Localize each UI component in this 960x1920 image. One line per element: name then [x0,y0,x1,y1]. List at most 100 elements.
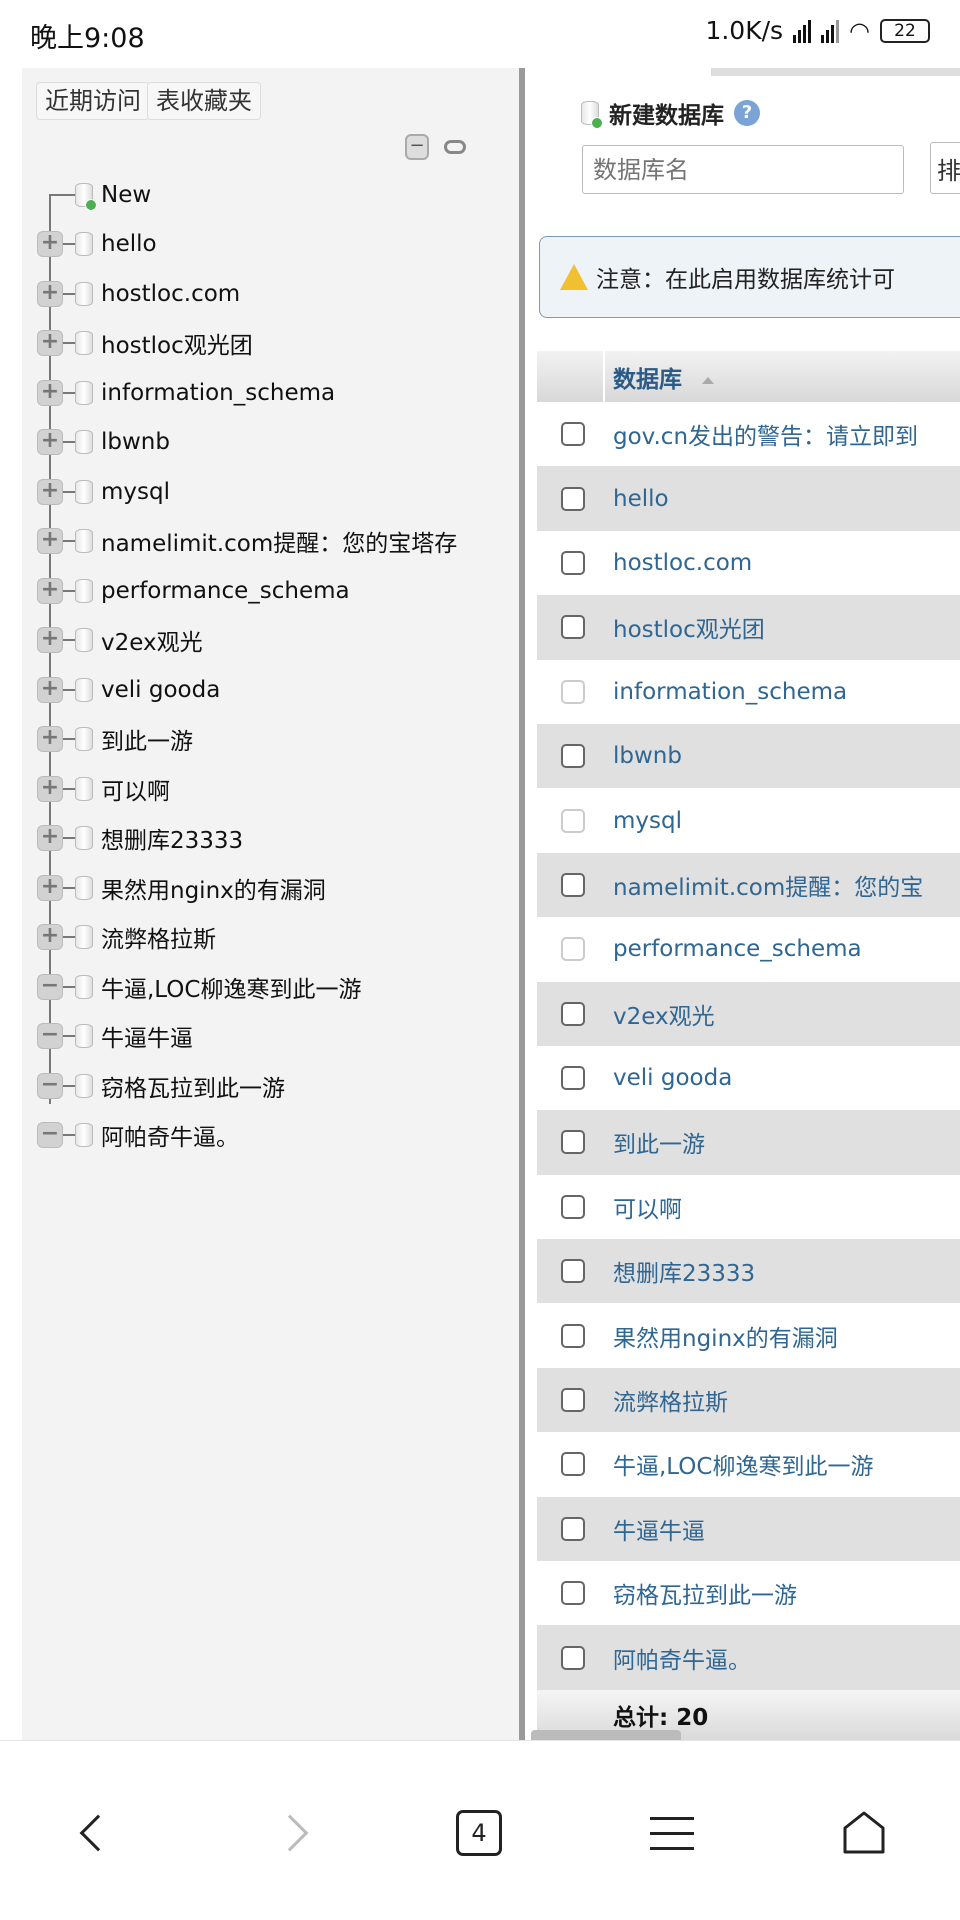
row-checkbox[interactable] [561,1259,585,1284]
tree-item[interactable]: + v2ex观光 [22,616,522,666]
row-checkbox[interactable] [561,872,585,897]
expand-icon[interactable]: + [37,577,63,604]
column-database[interactable]: 数据库 [605,360,714,394]
tree-item-label[interactable]: 可以啊 [101,772,170,806]
tree-item-label[interactable]: 到此一游 [101,722,193,756]
forward-button[interactable] [258,1801,322,1865]
home-button[interactable] [832,1801,896,1865]
tree-item[interactable]: + veli gooda [22,665,522,715]
tree-item-label[interactable]: 果然用nginx的有漏洞 [101,871,326,905]
tree-item-label[interactable]: veli gooda [101,677,220,703]
tree-item-new[interactable]: New [22,170,522,220]
tree-item-label[interactable]: hostloc.com [101,281,240,307]
tree-item[interactable]: + hostloc.com [22,269,522,319]
row-checkbox[interactable] [561,1130,585,1155]
database-name-input[interactable] [582,145,904,194]
tree-item-label[interactable]: New [101,182,151,208]
database-link[interactable]: 牛逼牛逼 [613,1512,705,1546]
expand-icon[interactable]: + [37,478,63,505]
collapse-icon[interactable]: − [37,1072,63,1099]
row-checkbox[interactable] [561,1516,585,1541]
tree-item-label[interactable]: performance_schema [101,578,350,604]
tree-item-label[interactable]: 窃格瓦拉到此一游 [101,1069,285,1103]
tabs-button[interactable]: 4 [447,1801,511,1865]
database-link[interactable]: lbwnb [613,743,682,769]
database-link[interactable]: information_schema [613,679,847,705]
database-link[interactable]: 窃格瓦拉到此一游 [613,1576,797,1610]
database-link[interactable]: hello [613,486,669,512]
database-link[interactable]: gov.cn发出的警告：请立即到 [613,417,918,451]
menu-button[interactable] [640,1801,704,1865]
tree-item[interactable]: + hello [22,220,522,270]
collapse-all-icon[interactable]: − [405,134,429,160]
database-link[interactable]: 流弊格拉斯 [613,1383,728,1417]
expand-icon[interactable]: + [37,231,63,258]
expand-icon[interactable]: + [37,627,63,654]
row-checkbox[interactable] [561,615,585,640]
horizontal-scrollbar[interactable] [531,1730,681,1740]
row-checkbox[interactable] [561,1001,585,1026]
row-checkbox[interactable] [561,422,585,447]
sort-asc-icon[interactable] [702,376,714,384]
tree-item[interactable]: − 窃格瓦拉到此一游 [22,1061,522,1111]
collation-select[interactable]: 排 [930,142,960,194]
row-checkbox[interactable] [561,1388,585,1413]
row-checkbox[interactable] [561,1581,585,1606]
tree-item[interactable]: + mysql [22,467,522,517]
tree-item-label[interactable]: 阿帕奇牛逼。 [101,1118,239,1152]
expand-icon[interactable]: + [37,528,63,555]
row-checkbox[interactable] [561,1645,585,1670]
tree-item[interactable]: + 到此一游 [22,715,522,765]
expand-icon[interactable]: + [37,825,63,852]
tree-item-label[interactable]: mysql [101,479,170,505]
tree-item-label[interactable]: 流弊格拉斯 [101,920,216,954]
recent-button[interactable]: 近期访问 [36,82,150,120]
collapse-icon[interactable]: − [37,973,63,1000]
tree-item-label[interactable]: 牛逼牛逼 [101,1019,193,1053]
link-icon[interactable] [444,140,466,154]
collapse-icon[interactable]: − [37,1122,63,1149]
row-checkbox[interactable] [561,1194,585,1219]
tree-item[interactable]: + information_schema [22,368,522,418]
tree-item[interactable]: + 流弊格拉斯 [22,913,522,963]
database-link[interactable]: 可以啊 [613,1190,682,1224]
database-link[interactable]: 到此一游 [613,1125,705,1159]
expand-icon[interactable]: + [37,775,63,802]
database-link[interactable]: hostloc.com [613,550,752,576]
row-checkbox[interactable] [561,744,585,769]
tree-item[interactable]: + namelimit.com提醒：您的宝塔存 [22,517,522,567]
database-link[interactable]: v2ex观光 [613,997,715,1031]
tree-item[interactable]: + 可以啊 [22,764,522,814]
back-button[interactable] [66,1801,130,1865]
database-link[interactable]: hostloc观光团 [613,610,765,644]
tree-item-label[interactable]: 牛逼,LOC柳逸寒到此一游 [101,970,361,1004]
database-link[interactable]: namelimit.com提醒：您的宝 [613,868,923,902]
help-icon[interactable]: ? [734,100,760,126]
row-checkbox[interactable] [561,1323,585,1348]
database-link[interactable]: 果然用nginx的有漏洞 [613,1319,838,1353]
favorites-button[interactable]: 表收藏夹 [147,82,261,120]
tree-item[interactable]: + lbwnb [22,418,522,468]
expand-icon[interactable]: + [37,726,63,753]
tree-item-label[interactable]: v2ex观光 [101,623,203,657]
row-checkbox[interactable] [561,550,585,575]
tree-item-label[interactable]: hostloc观光团 [101,326,253,360]
tree-item-label[interactable]: lbwnb [101,429,170,455]
row-checkbox[interactable] [561,1066,585,1091]
expand-icon[interactable]: + [37,379,63,406]
tree-item[interactable]: − 牛逼牛逼 [22,1012,522,1062]
database-link[interactable]: 牛逼,LOC柳逸寒到此一游 [613,1447,873,1481]
expand-icon[interactable]: + [37,676,63,703]
expand-icon[interactable]: + [37,874,63,901]
expand-icon[interactable]: + [37,330,63,357]
database-link[interactable]: 想删库23333 [613,1254,755,1288]
tree-item-label[interactable]: namelimit.com提醒：您的宝塔存 [101,524,457,558]
tree-item-label[interactable]: 想删库23333 [101,821,243,855]
database-link[interactable]: mysql [613,808,682,834]
tree-item[interactable]: + performance_schema [22,566,522,616]
expand-icon[interactable]: + [37,924,63,951]
tree-item[interactable]: − 牛逼,LOC柳逸寒到此一游 [22,962,522,1012]
tree-item[interactable]: − 阿帕奇牛逼。 [22,1111,522,1161]
row-checkbox[interactable] [561,486,585,511]
collapse-icon[interactable]: − [37,1023,63,1050]
